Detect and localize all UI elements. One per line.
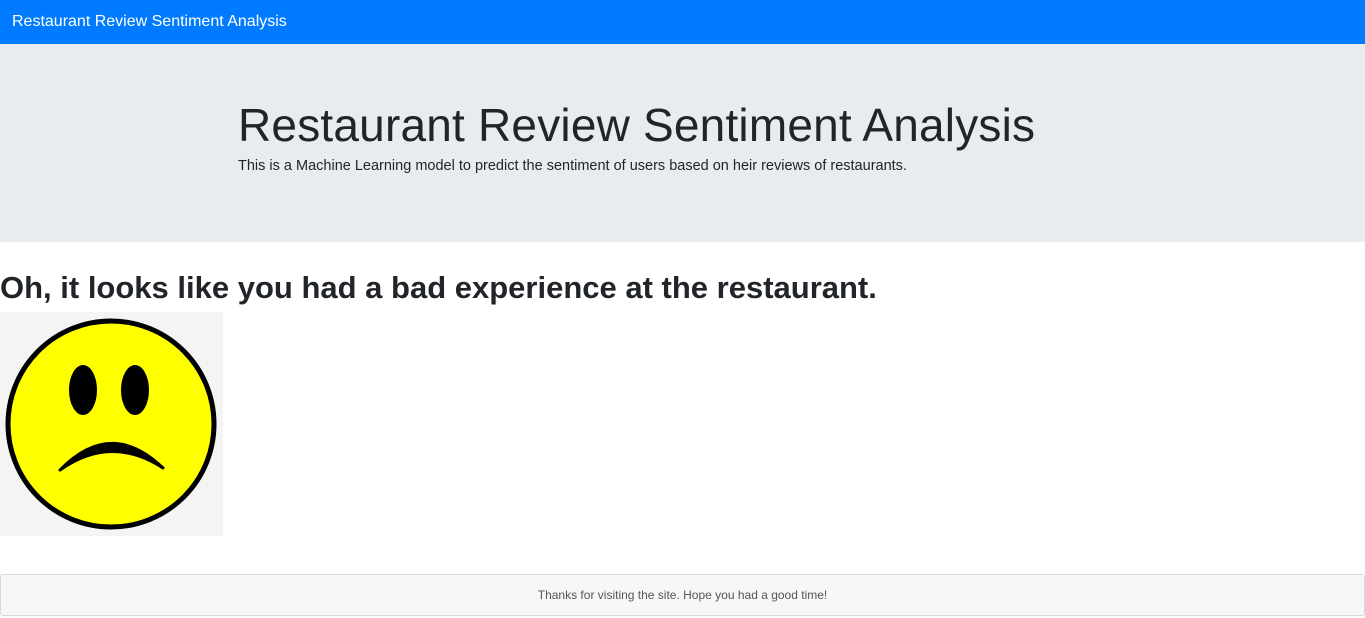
result-image [0,312,223,536]
page-title: Restaurant Review Sentiment Analysis [238,99,1036,151]
result-heading: Oh, it looks like you had a bad experien… [0,270,877,305]
page-description: This is a Machine Learning model to pred… [238,158,907,174]
navbar: Restaurant Review Sentiment Analysis [0,0,1365,44]
jumbotron: Restaurant Review Sentiment Analysis Thi… [0,44,1365,242]
sad-face-icon [5,318,217,530]
footer: Thanks for visiting the site. Hope you h… [0,574,1365,616]
footer-text: Thanks for visiting the site. Hope you h… [537,588,828,602]
navbar-brand-link[interactable]: Restaurant Review Sentiment Analysis [12,13,287,31]
